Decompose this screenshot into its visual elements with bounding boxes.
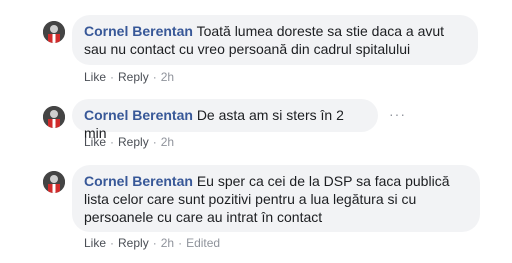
avatar-icon: [43, 21, 65, 43]
separator: ·: [152, 236, 157, 250]
comment-author[interactable]: Cornel Berentan: [84, 173, 193, 189]
avatar-icon: [43, 171, 65, 193]
separator: ·: [110, 236, 115, 250]
more-options-icon[interactable]: ···: [389, 106, 406, 122]
avatar-icon: [43, 106, 65, 128]
separator: ·: [110, 70, 115, 84]
separator: ·: [152, 70, 157, 84]
comment-bubble: Cornel Berentan Eu sper ca cei de la DSP…: [72, 165, 480, 232]
edited-label[interactable]: Edited: [186, 236, 220, 250]
avatar[interactable]: [43, 171, 65, 193]
separator: ·: [178, 236, 183, 250]
avatar[interactable]: [43, 106, 65, 128]
comment-actions: Like · Reply · 2h: [84, 69, 174, 85]
separator: ·: [110, 135, 115, 149]
timestamp[interactable]: 2h: [161, 236, 174, 250]
comment-actions: Like · Reply · 2h · Edited: [84, 235, 220, 251]
comment-actions: Like · Reply · 2h: [84, 134, 174, 150]
comment-text: sau nu contact cu vreo persoană din cadr…: [84, 41, 411, 57]
reply-link[interactable]: Reply: [118, 70, 149, 84]
timestamp[interactable]: 2h: [161, 70, 174, 84]
separator: ·: [152, 135, 157, 149]
comment-text: lista celor care sunt pozitivi pentru a …: [84, 191, 417, 207]
timestamp[interactable]: 2h: [161, 135, 174, 149]
comment-bubble: Cornel Berentan De asta am si sters în 2…: [72, 99, 378, 141]
like-link[interactable]: Like: [84, 135, 106, 149]
comment-bubble: Cornel Berentan Toată lumea doreste sa s…: [72, 15, 478, 65]
reply-link[interactable]: Reply: [118, 236, 149, 250]
comment-text: persoanele cu care au intrat în contact: [84, 209, 323, 225]
comment-author[interactable]: Cornel Berentan: [84, 23, 193, 39]
comment-text: Eu sper ca cei de la DSP sa faca publică: [196, 173, 450, 189]
reply-link[interactable]: Reply: [118, 135, 149, 149]
like-link[interactable]: Like: [84, 70, 106, 84]
comment-author[interactable]: Cornel Berentan: [84, 107, 193, 123]
avatar[interactable]: [43, 21, 65, 43]
comment-text: Toată lumea doreste sa stie daca a avut: [196, 23, 445, 39]
like-link[interactable]: Like: [84, 236, 106, 250]
